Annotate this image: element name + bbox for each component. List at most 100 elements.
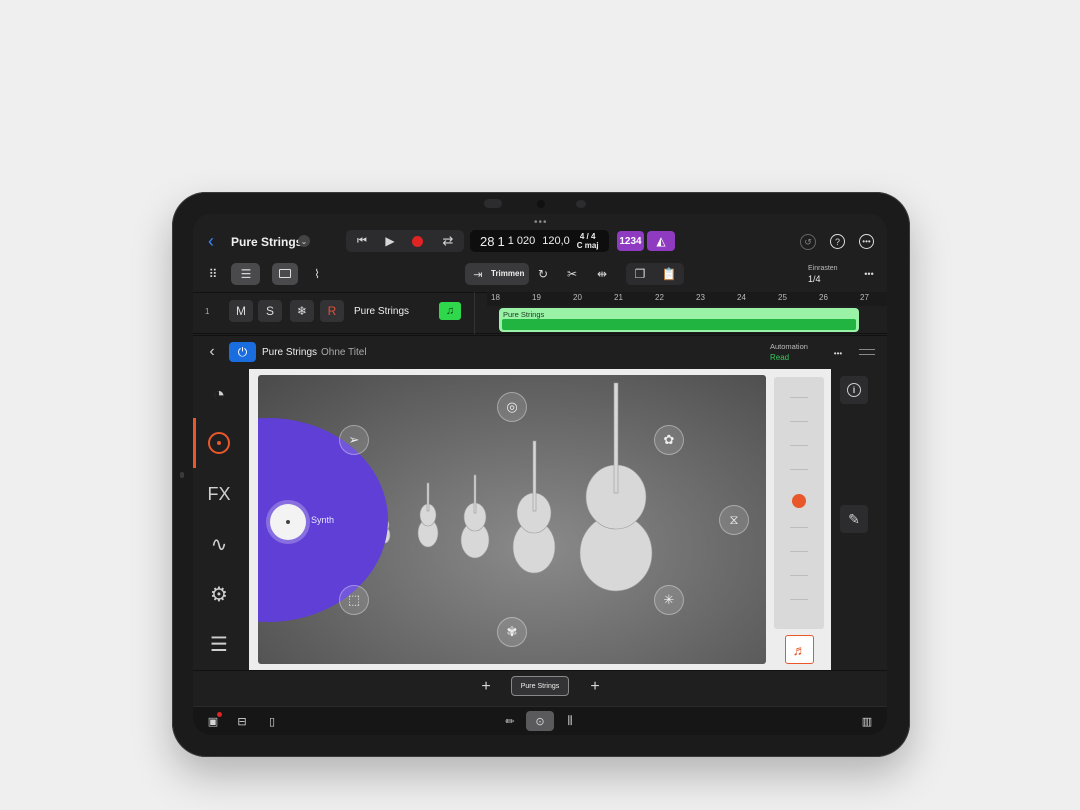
trim-tool-button[interactable]: ⇥ Trimmen	[465, 263, 529, 285]
record-icon[interactable]	[410, 234, 424, 248]
ruler-mark: 24	[737, 293, 746, 302]
keyboard-icon[interactable]: ▥	[859, 714, 875, 728]
loop-tool-icon[interactable]: ↻	[534, 266, 552, 282]
trim-tool-label: Trimmen	[491, 269, 525, 278]
lcd-display[interactable]: 28 1 1 020 120,0 4 / 4 C maj	[470, 230, 609, 252]
paste-icon[interactable]: 📋	[660, 266, 678, 282]
lcd-time-signature: 4 / 4	[579, 232, 596, 241]
camera-pill	[484, 199, 502, 208]
expression-slider[interactable]	[774, 377, 824, 629]
snap-value[interactable]: 1/4	[808, 274, 821, 284]
ruler-mark: 23	[696, 293, 705, 302]
slider-handle[interactable]	[792, 494, 806, 508]
go-to-start-icon[interactable]: ⏮	[353, 232, 371, 250]
notification-badge	[217, 712, 222, 717]
lcd-signature: 4 / 4 C maj	[577, 232, 599, 250]
synth-puck[interactable]	[270, 504, 306, 540]
multitask-dots-icon[interactable]: •••	[534, 217, 548, 228]
instrument-icon[interactable]: ♫	[439, 302, 461, 320]
device-side-button	[180, 472, 184, 478]
slider-tick	[790, 599, 808, 600]
snap-label: Einrasten	[808, 265, 838, 272]
ruler-mark: 26	[819, 293, 828, 302]
add-patch-left-icon[interactable]: +	[477, 678, 495, 696]
waveform-icon[interactable]: ∿	[203, 528, 235, 560]
play-icon[interactable]: ▶	[381, 232, 399, 250]
ruler-mark: 20	[573, 293, 582, 302]
record-arm-button[interactable]: R	[320, 300, 344, 322]
copy-icon[interactable]: ❐	[631, 266, 649, 282]
mute-button[interactable]: M	[229, 300, 253, 322]
toolbar-more-icon[interactable]: •••	[861, 268, 877, 280]
mixer-icon[interactable]: ⫼	[562, 714, 578, 728]
more-icon[interactable]: •••	[859, 234, 874, 249]
preset-name[interactable]: Ohne Titel	[321, 347, 367, 358]
patch-tab[interactable]: Pure Strings	[511, 676, 569, 696]
slider-tick	[790, 551, 808, 552]
cycle-icon[interactable]: ⇄	[439, 232, 457, 250]
toggles-icon[interactable]: ⊟	[234, 714, 250, 728]
node-send-icon[interactable]: ➢	[339, 425, 369, 455]
ruler-mark: 19	[532, 293, 541, 302]
note-button[interactable]: ♬	[785, 635, 814, 664]
node-bottom-icon[interactable]: ✾	[497, 617, 527, 647]
add-patch-right-icon[interactable]: +	[586, 678, 604, 696]
count-in-button[interactable]: 1234	[617, 231, 644, 251]
count-in-label: 1234	[619, 235, 642, 247]
node-star-icon[interactable]: ✳	[654, 585, 684, 615]
remote-icon[interactable]: ▯	[264, 714, 280, 728]
plugin-view-button[interactable]: ⊙	[526, 711, 554, 731]
fx-label: FX	[207, 483, 231, 504]
solo-button[interactable]: S	[258, 300, 282, 322]
ruler-mark: 22	[655, 293, 664, 302]
track-name[interactable]: Pure Strings	[354, 306, 409, 317]
tracks-view-button[interactable]: ☰	[231, 263, 260, 285]
strings-visual[interactable]: Synth ◎ ➢ ✿ ⧖ ⬚ ✳ ✾	[258, 375, 766, 664]
node-triangle-icon[interactable]: ⧖	[719, 505, 749, 535]
freeze-button[interactable]: ❄	[290, 300, 314, 322]
edit-button[interactable]: ✎	[840, 505, 868, 533]
project-title[interactable]: Pure Strings	[231, 235, 302, 249]
node-cube-icon[interactable]: ⬚	[339, 585, 369, 615]
list-icon[interactable]: ☰	[203, 628, 235, 660]
scissors-icon[interactable]: ✂	[563, 266, 581, 282]
slider-tick	[790, 527, 808, 528]
camera-sensor	[576, 200, 586, 208]
help-icon[interactable]: ?	[830, 234, 845, 249]
metronome-icon: ◭	[656, 234, 666, 248]
power-button[interactable]: ⏻	[229, 342, 256, 362]
metronome-button[interactable]: ◭	[647, 231, 675, 251]
title-dropdown-icon[interactable]: ⌄	[298, 235, 310, 247]
back-chevron-icon[interactable]: ‹	[203, 231, 219, 251]
undo-icon[interactable]: ↺	[800, 234, 816, 250]
info-button[interactable]: i	[840, 376, 868, 404]
automation-mode[interactable]: Read	[770, 353, 789, 362]
slider-tick	[790, 445, 808, 446]
region-tool-button[interactable]	[272, 263, 298, 285]
node-top-icon[interactable]: ◎	[497, 392, 527, 422]
region-notes	[502, 319, 856, 330]
settings-icon[interactable]: ⚙	[203, 578, 235, 610]
notes-icon: ♬	[792, 641, 807, 658]
app-screen: ••• ‹ Pure Strings ⌄ ⏮ ▶ ⇄ 28 1 1 020 12…	[193, 214, 887, 735]
sampler-icon[interactable]: ◔	[203, 379, 235, 411]
grid-view-icon[interactable]: ⠿	[203, 266, 223, 282]
play-surface-icon[interactable]	[203, 427, 235, 459]
split-icon[interactable]: ⇹	[593, 266, 611, 282]
fx-icon[interactable]: FX	[203, 478, 235, 510]
synth-label: Synth	[311, 515, 335, 525]
lcd-sub: 1 020	[507, 235, 536, 247]
plugin-sidebar	[193, 369, 243, 669]
ruler-mark: 25	[778, 293, 787, 302]
midi-region[interactable]: Pure Strings	[499, 308, 859, 332]
slider-tick	[790, 397, 808, 398]
automation-curve-icon[interactable]: ⌇	[307, 266, 327, 282]
track-divider	[474, 292, 475, 334]
region-tool-icon	[279, 269, 291, 278]
drag-handle-icon[interactable]	[859, 349, 875, 355]
node-flower-icon[interactable]: ✿	[654, 425, 684, 455]
plugin-back-icon[interactable]: ‹	[205, 343, 219, 360]
pencil-tool-icon[interactable]: ✏	[502, 714, 518, 728]
timeline-ruler[interactable]: 18 19 20 21 22 23 24 25 26 27	[487, 292, 887, 306]
plugin-more-icon[interactable]: •••	[831, 348, 845, 358]
